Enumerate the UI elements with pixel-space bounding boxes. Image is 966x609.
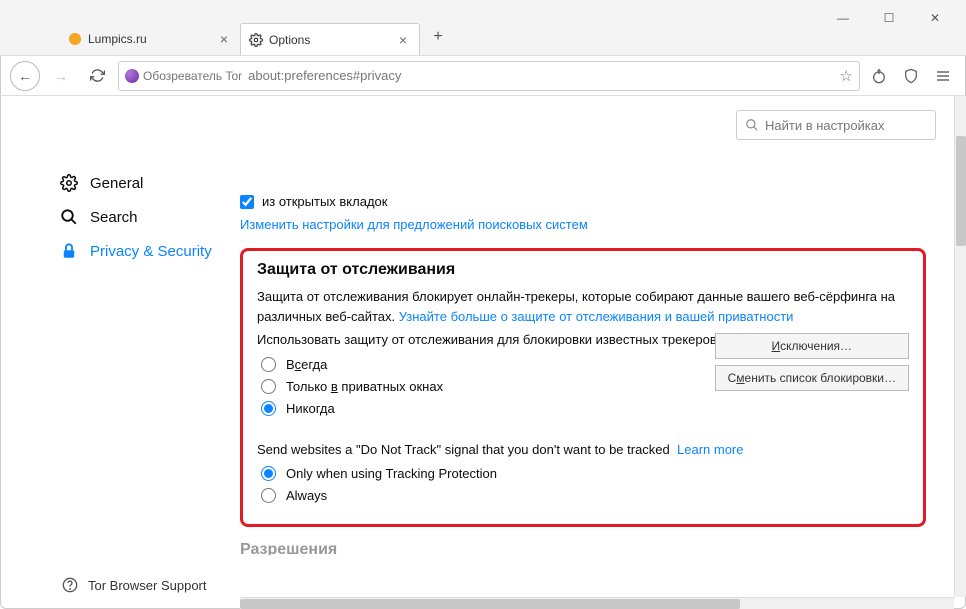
bookmark-star-icon[interactable]: ☆ — [840, 67, 853, 85]
radio-dnt-always[interactable]: Always — [261, 488, 909, 503]
search-icon — [745, 118, 759, 132]
shield-icon[interactable] — [898, 63, 924, 89]
tab-label: Options — [269, 33, 310, 47]
radio-label: Только в приватных окнах — [286, 379, 443, 394]
sidebar-item-general[interactable]: General — [60, 166, 226, 200]
url-text: about:preferences#privacy — [248, 68, 401, 83]
dnt-label-row: Send websites a "Do Not Track" signal th… — [257, 440, 909, 460]
sidebar-item-label: Privacy & Security — [90, 243, 212, 260]
support-link[interactable]: Tor Browser Support — [62, 577, 207, 593]
radio-label: Only when using Tracking Protection — [286, 466, 497, 481]
radio-label: Никогда — [286, 401, 335, 416]
help-icon — [62, 577, 78, 593]
exceptions-button[interactable]: Исключения… — [715, 333, 909, 359]
tab-strip: Lumpics.ru × Options × + — [60, 23, 452, 55]
gear-icon — [60, 174, 78, 192]
permissions-heading: Разрешения — [240, 541, 926, 555]
sidebar: General Search Privacy & Security — [0, 96, 240, 609]
identity-box[interactable]: Обозреватель Tor — [125, 69, 242, 83]
maximize-button[interactable]: ☐ — [866, 4, 912, 32]
sidebar-item-label: Search — [90, 209, 138, 226]
tor-onion-icon — [125, 69, 139, 83]
minimize-button[interactable]: — — [820, 4, 866, 32]
favicon-lumpics — [68, 32, 82, 46]
gear-icon — [249, 33, 263, 47]
sidebar-item-search[interactable]: Search — [60, 200, 226, 234]
scrollbar-thumb[interactable] — [240, 599, 740, 609]
window-controls: — ☐ ✕ — [820, 4, 958, 32]
close-button[interactable]: ✕ — [912, 4, 958, 32]
radio-input[interactable] — [261, 488, 276, 503]
horizontal-scrollbar[interactable] — [240, 597, 954, 609]
radio-never[interactable]: Никогда — [261, 401, 909, 416]
button-column: Исключения… Сменить список блокировки… — [715, 333, 909, 391]
close-icon[interactable]: × — [395, 32, 411, 48]
preferences-content: General Search Privacy & Security Tor Br… — [0, 96, 966, 609]
learn-more-link[interactable]: Узнайте больше о защите от отслеживания … — [399, 309, 794, 324]
scroll-area: hidden из открытых вкладок Изменить наст… — [240, 170, 936, 609]
support-label: Tor Browser Support — [88, 578, 207, 593]
radio-dnt-tp[interactable]: Only when using Tracking Protection — [261, 466, 909, 481]
dnt-learn-more-link[interactable]: Learn more — [677, 442, 743, 457]
scrollbar-thumb[interactable] — [956, 136, 966, 246]
identity-label: Обозреватель Tor — [143, 69, 242, 83]
reload-button[interactable] — [82, 61, 112, 91]
radio-input[interactable] — [261, 357, 276, 372]
change-blocklist-button[interactable]: Сменить список блокировки… — [715, 365, 909, 391]
section-description: Защита от отслеживания блокирует онлайн-… — [257, 287, 909, 326]
back-button[interactable]: ← — [10, 61, 40, 91]
close-icon[interactable]: × — [216, 31, 232, 47]
search-placeholder: Найти в настройках — [765, 118, 885, 133]
onion-security-icon[interactable] — [866, 63, 892, 89]
section-heading: Защита от отслеживания — [257, 261, 909, 279]
vertical-scrollbar[interactable] — [954, 96, 966, 597]
radio-label: Всегда — [286, 357, 327, 372]
url-bar[interactable]: Обозреватель Tor about:preferences#priva… — [118, 61, 860, 91]
main-pane: Найти в настройках hidden из открытых вк… — [240, 96, 966, 609]
sidebar-item-label: General — [90, 175, 143, 192]
search-settings-link[interactable]: Изменить настройки для предложений поиск… — [240, 217, 588, 232]
search-icon — [60, 208, 78, 226]
radio-input[interactable] — [261, 466, 276, 481]
checkbox-label: из открытых вкладок — [262, 194, 387, 209]
tab-label: Lumpics.ru — [88, 32, 147, 46]
lock-icon — [60, 242, 78, 260]
preferences-search[interactable]: Найти в настройках — [736, 110, 936, 140]
forward-button[interactable]: → — [46, 61, 76, 91]
tracking-protection-section: Защита от отслеживания Защита от отслежи… — [240, 248, 926, 527]
tab-options[interactable]: Options × — [240, 23, 420, 55]
tab-lumpics[interactable]: Lumpics.ru × — [60, 23, 240, 55]
radio-input[interactable] — [261, 401, 276, 416]
nav-toolbar: ← → Обозреватель Tor about:preferences#p… — [0, 56, 966, 96]
open-tabs-checkbox[interactable] — [240, 195, 254, 209]
open-tabs-checkbox-row: из открытых вкладок — [240, 194, 926, 209]
radio-input[interactable] — [261, 379, 276, 394]
titlebar: Lumpics.ru × Options × + — ☐ ✕ — [0, 0, 966, 56]
sidebar-item-privacy[interactable]: Privacy & Security — [60, 234, 226, 268]
menu-button[interactable] — [930, 63, 956, 89]
radio-label: Always — [286, 488, 327, 503]
new-tab-button[interactable]: + — [424, 23, 452, 51]
